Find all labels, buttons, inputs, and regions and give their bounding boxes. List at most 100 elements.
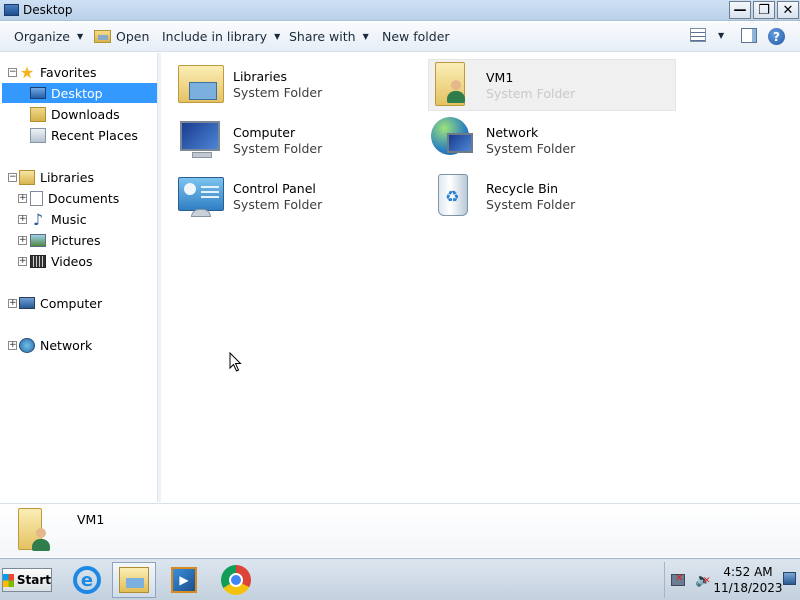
item-computer[interactable]: Computer System Folder bbox=[176, 115, 424, 167]
windows-explorer-icon bbox=[119, 567, 149, 593]
start-label: Start bbox=[16, 573, 51, 587]
share-with-button[interactable]: Share with ▼ bbox=[289, 29, 369, 44]
clock-date: 11/18/2023 bbox=[713, 581, 783, 595]
documents-icon bbox=[30, 190, 43, 206]
preview-pane-icon bbox=[741, 28, 757, 43]
include-in-library-label: Include in library bbox=[162, 29, 268, 44]
nav-videos-label: Videos bbox=[51, 253, 93, 269]
show-desktop-button[interactable] bbox=[783, 572, 796, 585]
item-name: Computer bbox=[233, 125, 296, 140]
user-folder-icon bbox=[18, 508, 60, 554]
control-panel-icon bbox=[176, 171, 226, 219]
nav-music[interactable]: ♪ Music bbox=[30, 209, 87, 229]
taskbar-media-player[interactable]: ▶ bbox=[162, 562, 206, 598]
help-icon: ? bbox=[768, 28, 785, 45]
minimize-button[interactable]: — bbox=[729, 1, 751, 19]
downloads-icon bbox=[30, 106, 46, 122]
expand-pictures-icon[interactable]: + bbox=[18, 236, 27, 245]
nav-pictures-label: Pictures bbox=[51, 232, 101, 248]
change-view-button[interactable]: ▼ bbox=[690, 28, 724, 42]
chevron-down-icon: ▼ bbox=[77, 32, 84, 41]
details-item-name: VM1 bbox=[77, 512, 105, 527]
expand-documents-icon[interactable]: + bbox=[18, 194, 27, 203]
network-disconnected-icon[interactable] bbox=[671, 573, 685, 586]
help-button[interactable]: ? bbox=[768, 28, 785, 45]
item-type: System Folder bbox=[233, 141, 323, 156]
open-folder-icon bbox=[94, 30, 111, 43]
start-button[interactable]: Start bbox=[2, 568, 52, 592]
nav-pictures[interactable]: Pictures bbox=[30, 230, 101, 250]
expand-videos-icon[interactable]: + bbox=[18, 257, 27, 266]
open-button[interactable]: Open bbox=[94, 29, 149, 44]
item-control-panel[interactable]: Control Panel System Folder bbox=[176, 171, 424, 223]
item-type: System Folder bbox=[486, 86, 576, 101]
libraries-icon bbox=[19, 169, 35, 185]
desktop-icon bbox=[4, 4, 19, 16]
computer-icon bbox=[19, 297, 35, 309]
mouse-cursor-icon bbox=[229, 352, 242, 372]
nav-downloads-label: Downloads bbox=[51, 106, 120, 122]
taskbar-windows-explorer[interactable] bbox=[112, 562, 156, 598]
chrome-icon bbox=[221, 565, 251, 595]
organize-label: Organize bbox=[14, 29, 70, 44]
nav-computer-label: Computer bbox=[40, 295, 103, 311]
nav-documents[interactable]: Documents bbox=[30, 188, 119, 208]
desktop-icon bbox=[30, 87, 46, 99]
close-button[interactable]: ✕ bbox=[777, 1, 799, 19]
title-bar[interactable]: Desktop — ❐ ✕ bbox=[0, 0, 800, 21]
recent-places-icon bbox=[30, 127, 46, 143]
new-folder-button[interactable]: New folder bbox=[382, 29, 450, 44]
nav-libraries-label: Libraries bbox=[40, 169, 94, 185]
nav-computer[interactable]: Computer bbox=[19, 293, 102, 313]
libraries-icon bbox=[176, 59, 226, 107]
preview-pane-button[interactable] bbox=[741, 28, 757, 43]
chevron-down-icon[interactable]: ▼ bbox=[718, 31, 724, 40]
restore-button[interactable]: ❐ bbox=[753, 1, 775, 19]
star-icon: ★ bbox=[19, 62, 35, 82]
network-icon bbox=[429, 115, 479, 163]
collapse-favorites-icon[interactable]: − bbox=[8, 68, 17, 77]
item-type: System Folder bbox=[233, 85, 323, 100]
recycle-bin-icon bbox=[429, 171, 479, 219]
nav-favorites[interactable]: ★ Favorites bbox=[19, 62, 97, 82]
expand-network-icon[interactable]: + bbox=[8, 341, 17, 350]
command-bar: Organize ▼ Open Include in library ▼ Sha… bbox=[0, 22, 800, 52]
nav-downloads[interactable]: Downloads bbox=[30, 104, 120, 124]
nav-videos[interactable]: Videos bbox=[30, 251, 93, 271]
navigation-pane[interactable]: − ★ Favorites Desktop Downloads Recent P… bbox=[0, 53, 157, 502]
details-pane: VM1 bbox=[0, 503, 800, 557]
taskbar: Start e ▶ 🔈 4:52 AM 11/18/2023 bbox=[0, 558, 800, 600]
item-type: System Folder bbox=[486, 141, 576, 156]
item-network[interactable]: Network System Folder bbox=[429, 115, 677, 167]
pane-splitter[interactable] bbox=[157, 53, 161, 502]
nav-desktop[interactable]: Desktop bbox=[2, 83, 157, 103]
include-in-library-button[interactable]: Include in library ▼ bbox=[162, 29, 280, 44]
nav-recent-places-label: Recent Places bbox=[51, 127, 138, 143]
item-type: System Folder bbox=[233, 197, 323, 212]
expand-computer-icon[interactable]: + bbox=[8, 299, 17, 308]
user-folder-icon bbox=[429, 60, 479, 108]
nav-desktop-label: Desktop bbox=[51, 85, 103, 101]
item-name: Recycle Bin bbox=[486, 181, 559, 196]
nav-documents-label: Documents bbox=[48, 190, 120, 206]
taskbar-chrome[interactable] bbox=[214, 562, 258, 598]
volume-muted-icon[interactable]: 🔈 bbox=[695, 573, 711, 588]
organize-button[interactable]: Organize ▼ bbox=[14, 29, 83, 44]
taskbar-internet-explorer[interactable]: e bbox=[65, 562, 109, 598]
item-name: VM1 bbox=[486, 70, 514, 85]
nav-network[interactable]: Network bbox=[19, 335, 92, 355]
network-icon bbox=[19, 337, 35, 353]
item-recycle-bin[interactable]: Recycle Bin System Folder bbox=[429, 171, 677, 223]
nav-libraries[interactable]: Libraries bbox=[19, 167, 94, 187]
clock[interactable]: 4:52 AM 11/18/2023 bbox=[713, 564, 783, 596]
expand-music-icon[interactable]: + bbox=[18, 215, 27, 224]
item-vm1[interactable]: VM1 System Folder bbox=[428, 59, 676, 111]
nav-recent-places[interactable]: Recent Places bbox=[30, 125, 138, 145]
file-list[interactable]: Libraries System Folder VM1 System Folde… bbox=[162, 53, 800, 502]
new-folder-label: New folder bbox=[382, 29, 450, 44]
clock-time: 4:52 AM bbox=[723, 565, 773, 579]
open-label: Open bbox=[116, 29, 150, 44]
internet-explorer-icon: e bbox=[73, 566, 101, 594]
item-libraries[interactable]: Libraries System Folder bbox=[176, 59, 424, 111]
collapse-libraries-icon[interactable]: − bbox=[8, 173, 17, 182]
